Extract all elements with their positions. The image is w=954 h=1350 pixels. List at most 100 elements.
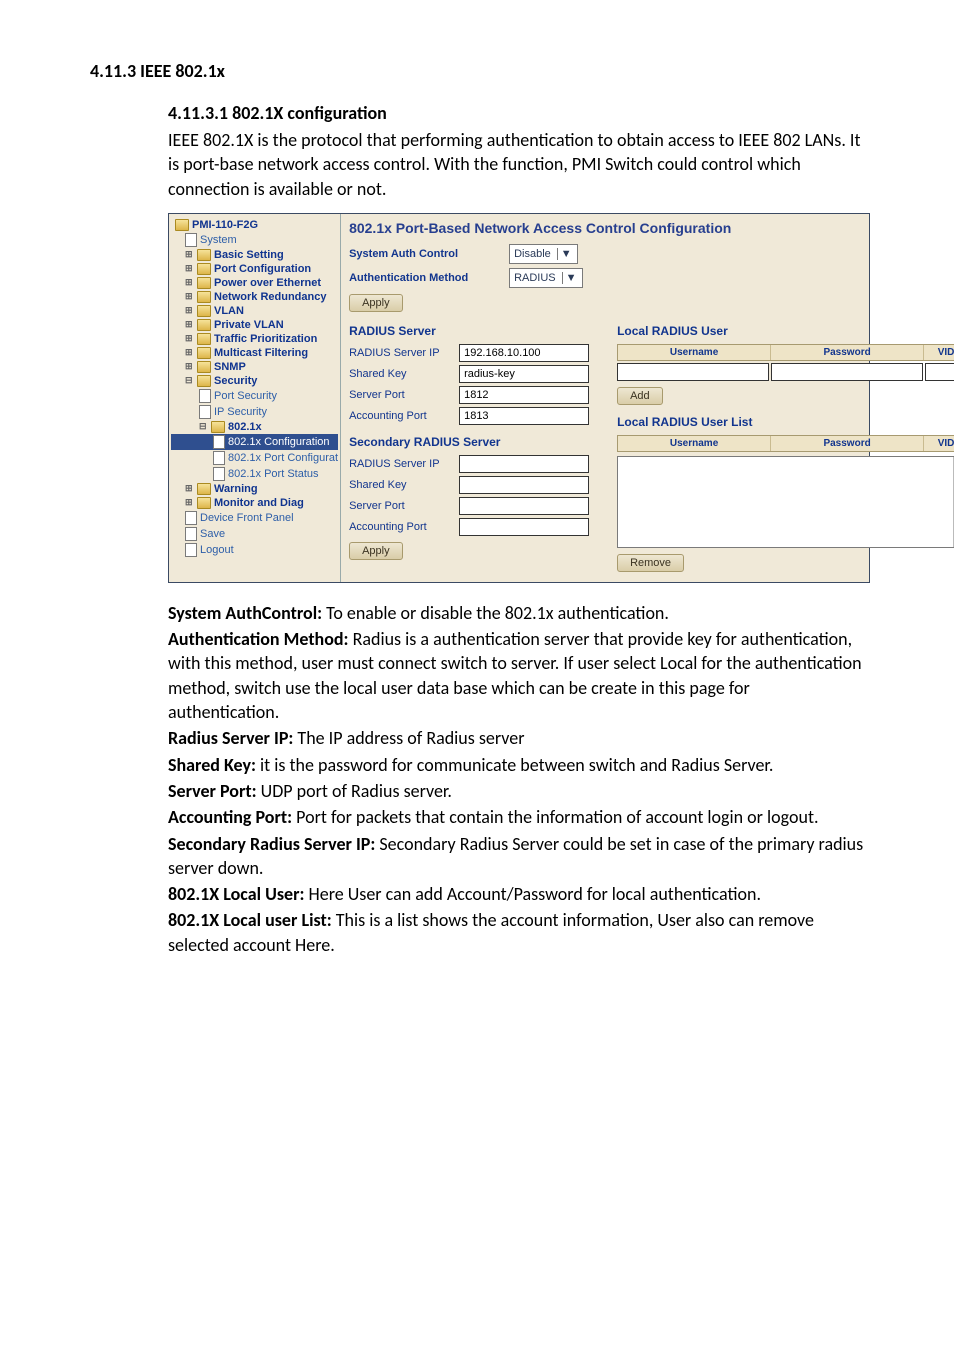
tree-item-label: Network Redundancy xyxy=(214,291,326,303)
def-local-user-list: 802.1X Local user List: This is a list s… xyxy=(168,908,864,957)
tree-item[interactable]: ⊞ Monitor and Diag xyxy=(171,496,338,510)
tree-8021x[interactable]: ⊟802.1x xyxy=(171,420,338,434)
acct-port-input[interactable] xyxy=(459,407,589,425)
vid-input[interactable] xyxy=(925,363,954,381)
col-username: Username xyxy=(618,436,771,451)
panel-title: 802.1x Port-Based Network Access Control… xyxy=(349,220,954,236)
tree-item[interactable]: ⊞ Warning xyxy=(171,482,338,496)
def-text: it is the password for communicate betwe… xyxy=(256,754,774,776)
expander-icon: ⊟ xyxy=(185,375,194,386)
def-local-user: 802.1X Local User: Here User can add Acc… xyxy=(168,882,864,906)
tree-root[interactable]: PMI-110-F2G xyxy=(171,218,338,232)
tree-8021x-portcfg[interactable]: 802.1x Port Configurat xyxy=(171,450,338,466)
tree-item-label: Port Configuration xyxy=(214,263,311,275)
tree-root-label: PMI-110-F2G xyxy=(192,219,258,231)
user-list-box[interactable]: ▲▼ xyxy=(617,456,954,548)
shared-key-label: Shared Key xyxy=(349,368,459,380)
tree-8021x-portstatus[interactable]: 802.1x Port Status xyxy=(171,466,338,482)
folder-icon xyxy=(197,319,211,331)
tree-security[interactable]: ⊟Security xyxy=(171,374,338,388)
expander-icon: ⊞ xyxy=(185,305,194,316)
expander-icon: ⊞ xyxy=(185,497,194,508)
def-bold: 802.1X Local user List: xyxy=(168,909,332,931)
folder-icon xyxy=(175,219,189,231)
tree-item[interactable]: ⊞Network Redundancy xyxy=(171,290,338,304)
tree-save[interactable]: Save xyxy=(171,526,338,542)
tree-item[interactable]: ⊞VLAN xyxy=(171,304,338,318)
def-sys-auth: System AuthControl: To enable or disable… xyxy=(168,601,864,625)
folder-icon xyxy=(197,291,211,303)
tree-sec-child[interactable]: IP Security xyxy=(171,404,338,420)
folder-icon xyxy=(197,263,211,275)
expander-icon: ⊞ xyxy=(185,319,194,330)
secondary-radius-title: Secondary RADIUS Server xyxy=(349,435,599,449)
tree-item[interactable]: ⊞Port Configuration xyxy=(171,262,338,276)
tree-sec-child[interactable]: Port Security xyxy=(171,388,338,404)
server-port-input[interactable] xyxy=(459,386,589,404)
def-server-port: Server Port: UDP port of Radius server. xyxy=(168,779,864,803)
def-radius-ip: Radius Server IP: The IP address of Radi… xyxy=(168,726,864,750)
def-text: The IP address of Radius server xyxy=(293,727,524,749)
folder-icon xyxy=(197,375,211,387)
password-input[interactable] xyxy=(771,363,923,381)
def-text: UDP port of Radius server. xyxy=(257,780,452,802)
heading-section: 4.11.3 IEEE 802.1x xyxy=(90,60,864,82)
sec-shared-key-input[interactable] xyxy=(459,476,589,494)
def-bold: Shared Key: xyxy=(168,754,256,776)
sec-acct-port-input[interactable] xyxy=(459,518,589,536)
expander-icon: ⊞ xyxy=(185,483,194,494)
page-icon xyxy=(185,543,197,557)
sys-auth-select[interactable]: Disable ▼ xyxy=(509,244,578,264)
radius-ip-input[interactable] xyxy=(459,344,589,362)
embedded-screenshot: PMI-110-F2G System ⊞Basic Setting ⊞Port … xyxy=(168,213,870,583)
tree-item[interactable]: ⊞ Private VLAN xyxy=(171,318,338,332)
expander-icon: ⊞ xyxy=(185,333,194,344)
auth-method-label: Authentication Method xyxy=(349,272,509,284)
tree-item-label: Private VLAN xyxy=(214,319,284,331)
tree-item[interactable]: ⊞ Power over Ethernet xyxy=(171,276,338,290)
shared-key-input[interactable] xyxy=(459,365,589,383)
tree-8021x-label: 802.1x xyxy=(228,421,262,433)
def-accounting-port: Accounting Port: Port for packets that c… xyxy=(168,805,864,829)
tree-item[interactable]: ⊞SNMP xyxy=(171,360,338,374)
tree-item-label: Power over Ethernet xyxy=(214,277,321,289)
tree-device-front-panel[interactable]: Device Front Panel xyxy=(171,510,338,526)
def-text: Here User can add Account/Password for l… xyxy=(304,883,761,905)
auth-method-select[interactable]: RADIUS ▼ xyxy=(509,268,582,288)
expander-icon: ⊞ xyxy=(185,347,194,358)
tree-item[interactable]: ⊞Multicast Filtering xyxy=(171,346,338,360)
sec-radius-ip-label: RADIUS Server IP xyxy=(349,458,459,470)
apply-button-secondary[interactable]: Apply xyxy=(349,542,403,560)
sys-auth-label: System Auth Control xyxy=(349,248,509,260)
tree-item[interactable]: ⊞Basic Setting xyxy=(171,248,338,262)
sec-radius-ip-input[interactable] xyxy=(459,455,589,473)
local-user-list-header: Username Password VID xyxy=(617,435,954,452)
folder-icon xyxy=(197,361,211,373)
local-user-header: Username Password VID xyxy=(617,344,954,361)
def-bold: Server Port: xyxy=(168,780,257,802)
sec-server-port-label: Server Port xyxy=(349,500,459,512)
def-secondary-radius: Secondary Radius Server IP: Secondary Ra… xyxy=(168,832,864,881)
tree-logout[interactable]: Logout xyxy=(171,542,338,558)
folder-icon xyxy=(197,347,211,359)
tree-item-label: Warning xyxy=(214,483,258,495)
apply-button[interactable]: Apply xyxy=(349,294,403,312)
sec-shared-key-label: Shared Key xyxy=(349,479,459,491)
page-icon xyxy=(185,511,197,525)
page-icon xyxy=(185,527,197,541)
col-vid: VID xyxy=(924,345,954,360)
tree-8021x-config[interactable]: 802.1x Configuration xyxy=(171,434,338,450)
sec-server-port-input[interactable] xyxy=(459,497,589,515)
expander-icon: ⊞ xyxy=(185,277,194,288)
folder-icon xyxy=(197,249,211,261)
add-button[interactable]: Add xyxy=(617,387,663,405)
auth-method-value: RADIUS xyxy=(514,272,556,284)
username-input[interactable] xyxy=(617,363,769,381)
tree-item[interactable]: ⊞Traffic Prioritization xyxy=(171,332,338,346)
tree-item-label: Monitor and Diag xyxy=(214,497,304,509)
remove-button[interactable]: Remove xyxy=(617,554,684,572)
col-username: Username xyxy=(618,345,771,360)
tree-system[interactable]: System xyxy=(171,232,338,248)
tree-link-label: Device Front Panel xyxy=(200,512,294,524)
folder-icon xyxy=(211,421,225,433)
